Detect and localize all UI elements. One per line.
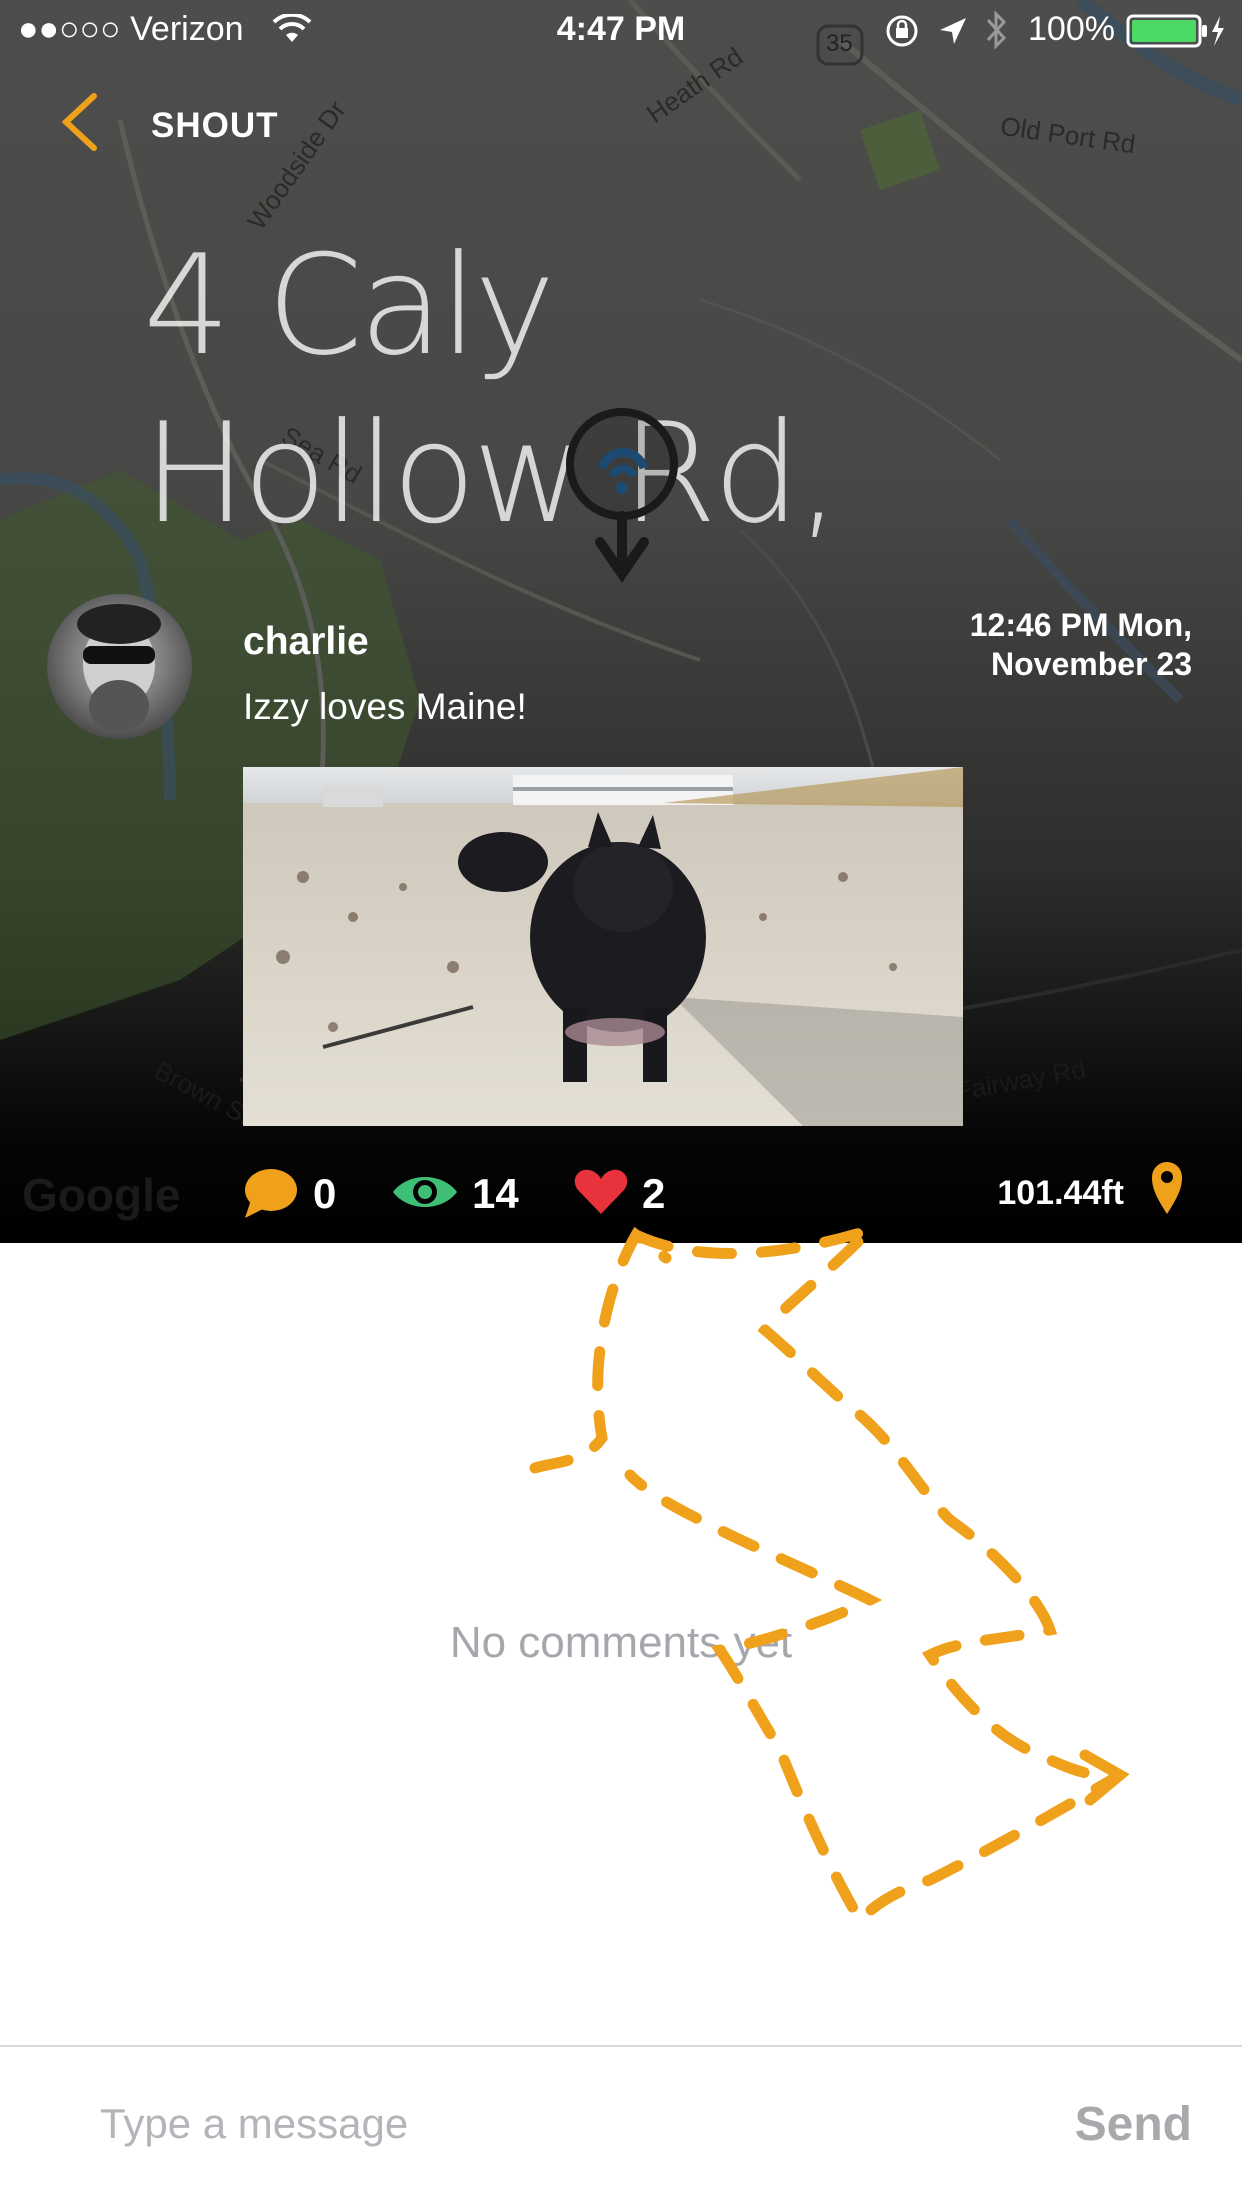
shout-pin-icon [566,408,678,583]
battery-icon [1126,14,1224,48]
battery-percent: 100% [1028,10,1115,48]
post-timestamp-date: November 23 [991,646,1192,682]
location-address: 4 Caly Hollow Rd, [143,225,840,554]
avatar-portrait [77,604,161,732]
dog-on-beach-photo [243,767,963,1126]
chevron-left-icon[interactable] [58,90,102,154]
rotation-lock-icon [886,15,918,47]
location-arrow-icon [940,18,966,44]
post-username[interactable]: charlie [243,620,369,664]
post-text: Izzy loves Maine! [243,686,527,727]
post-photo[interactable] [243,767,963,1126]
status-bar: ●●○○○ Verizon 4:47 PM 100% [0,0,1242,60]
message-composer: Send [0,2045,1242,2210]
send-button[interactable]: Send [1075,2097,1192,2152]
post-timestamp: 12:46 PM Mon, November 23 [832,606,1192,684]
post-timestamp-time: 12:46 PM Mon, [969,607,1192,643]
avatar[interactable] [47,594,192,739]
dashed-arrow-scribble [529,1224,1130,1929]
bluetooth-icon [986,10,1007,50]
nav-title: SHOUT [151,106,279,145]
message-input[interactable] [98,2099,902,2149]
